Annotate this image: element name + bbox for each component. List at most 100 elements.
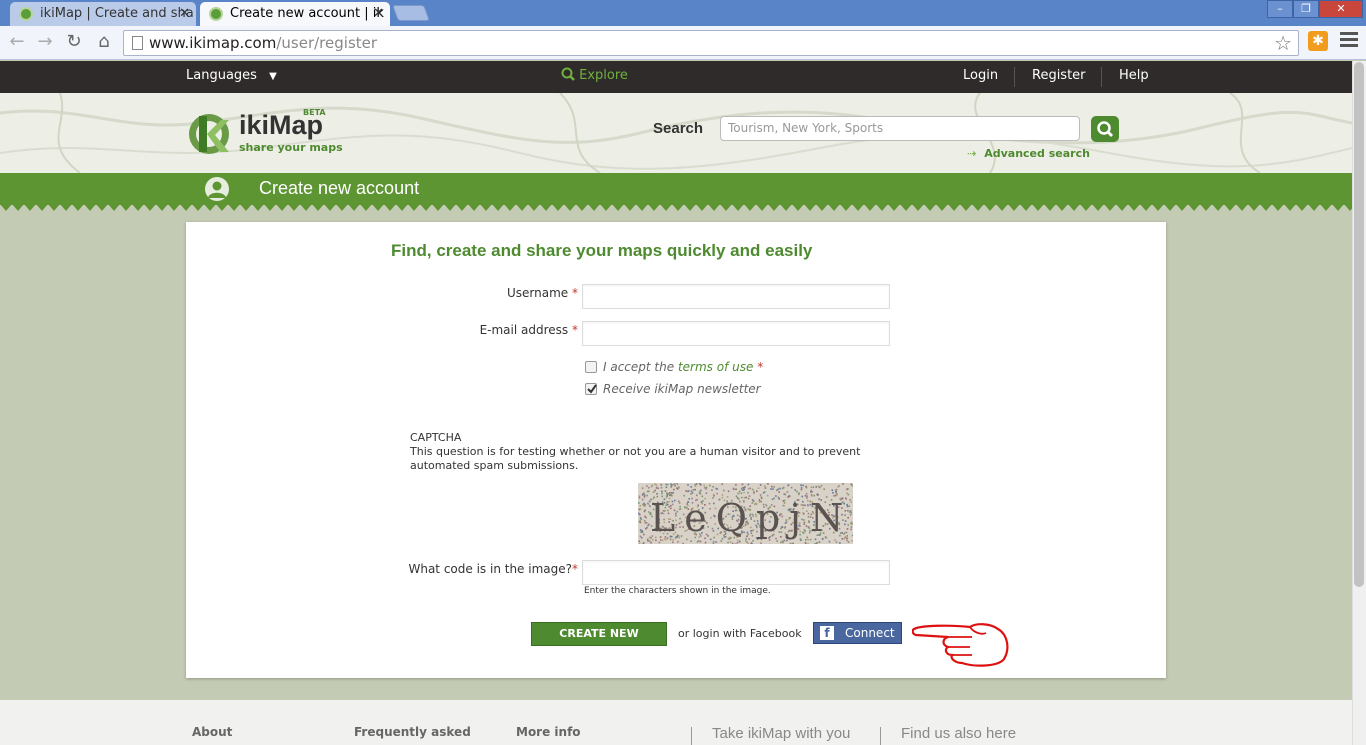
captcha-noise-dot bbox=[643, 496, 646, 498]
captcha-noise-dot bbox=[690, 540, 692, 542]
captcha-input[interactable] bbox=[582, 560, 890, 585]
browser-tab-active[interactable]: Create new account | ik ✕ bbox=[200, 2, 390, 26]
captcha-noise-dot bbox=[648, 540, 651, 542]
captcha-noise-dot bbox=[696, 541, 699, 543]
tab-title: Create new account | ik bbox=[230, 6, 384, 21]
captcha-noise-dot bbox=[641, 498, 644, 501]
captcha-noise-dot bbox=[756, 490, 758, 492]
close-window-button[interactable]: ✕ bbox=[1319, 0, 1363, 18]
email-label-text: E-mail address bbox=[479, 323, 569, 337]
terms-of-use-link[interactable]: terms of use bbox=[678, 360, 753, 374]
captcha-noise-dot bbox=[790, 486, 793, 489]
captcha-noise-dot bbox=[645, 516, 647, 519]
captcha-noise-dot bbox=[779, 487, 781, 490]
explore-link[interactable]: Explore bbox=[561, 61, 628, 91]
footer-faq[interactable]: Frequently asked bbox=[354, 725, 471, 739]
captcha-noise-dot bbox=[727, 541, 729, 544]
captcha-noise-dot bbox=[712, 542, 715, 544]
logo-mark-icon bbox=[189, 114, 229, 154]
languages-menu[interactable]: Languages ▼ bbox=[186, 61, 277, 92]
newsletter-checkbox[interactable] bbox=[585, 383, 597, 395]
captcha-noise-dot bbox=[846, 488, 848, 491]
page-icon bbox=[132, 36, 143, 50]
captcha-noise-dot bbox=[639, 513, 641, 516]
captcha-noise-dot bbox=[777, 488, 780, 491]
browser-tab[interactable]: ikiMap | Create and sha ✕ bbox=[10, 2, 196, 26]
login-link[interactable]: Login bbox=[963, 61, 998, 91]
captcha-noise-dot bbox=[670, 492, 673, 494]
required-mark: * bbox=[572, 286, 578, 300]
captcha-noise-dot bbox=[672, 492, 674, 494]
register-link[interactable]: Register bbox=[1032, 61, 1086, 91]
captcha-noise-dot bbox=[819, 486, 821, 489]
pointing-hand-icon bbox=[912, 623, 1009, 667]
captcha-noise-dot bbox=[694, 488, 696, 491]
close-tab-icon[interactable]: ✕ bbox=[179, 2, 190, 26]
beta-badge: BETA bbox=[303, 108, 326, 117]
captcha-noise-dot bbox=[764, 485, 766, 487]
facebook-connect-button[interactable]: f Connect bbox=[813, 622, 902, 644]
close-tab-icon[interactable]: ✕ bbox=[373, 2, 384, 26]
captcha-noise-dot bbox=[638, 508, 641, 511]
captcha-noise-dot bbox=[736, 542, 739, 544]
search-input[interactable]: Tourism, New York, Sports bbox=[720, 116, 1080, 141]
url-text: www.ikimap.com/user/register bbox=[149, 31, 377, 55]
chrome-menu-icon[interactable] bbox=[1340, 32, 1358, 50]
captcha-noise-dot bbox=[665, 483, 667, 486]
captcha-noise-dot bbox=[740, 492, 743, 495]
captcha-noise-dot bbox=[743, 491, 745, 494]
captcha-noise-dot bbox=[642, 542, 645, 544]
footer-about[interactable]: About bbox=[192, 725, 232, 739]
minimize-button[interactable]: – bbox=[1267, 0, 1293, 18]
captcha-noise-dot bbox=[828, 540, 831, 543]
captcha-noise-dot bbox=[647, 524, 649, 527]
email-field[interactable] bbox=[582, 321, 890, 346]
extension-icon[interactable]: ✱ bbox=[1308, 31, 1328, 51]
footer-more-info[interactable]: More info bbox=[516, 725, 581, 739]
captcha-noise-dot bbox=[682, 542, 684, 544]
terms-label: I accept the terms of use * bbox=[603, 360, 763, 374]
captcha-noise-dot bbox=[658, 541, 661, 544]
captcha-noise-dot bbox=[640, 531, 642, 533]
maximize-button[interactable]: ❐ bbox=[1293, 0, 1319, 18]
address-bar[interactable]: www.ikimap.com/user/register ☆ bbox=[123, 30, 1299, 56]
username-field[interactable] bbox=[582, 284, 890, 309]
new-tab-button[interactable] bbox=[392, 5, 430, 21]
scrollbar-thumb[interactable] bbox=[1354, 62, 1364, 587]
newsletter-label: Receive ikiMap newsletter bbox=[603, 382, 761, 396]
help-link[interactable]: Help bbox=[1119, 61, 1149, 91]
languages-label: Languages bbox=[186, 68, 257, 83]
footer-take-app[interactable]: Take ikiMap with you bbox=[712, 725, 850, 742]
search-icon bbox=[561, 67, 575, 81]
captcha-noise-dot bbox=[643, 494, 646, 496]
create-account-button[interactable]: CREATE NEW ACCOUNT bbox=[531, 622, 667, 662]
home-icon[interactable]: ⌂ bbox=[92, 30, 116, 54]
facebook-icon: f bbox=[820, 626, 834, 640]
captcha-noise-dot bbox=[647, 487, 650, 489]
search-button[interactable] bbox=[1091, 116, 1119, 142]
captcha-noise-dot bbox=[700, 484, 702, 486]
footer-find-us[interactable]: Find us also here bbox=[901, 725, 1016, 742]
captcha-noise-dot bbox=[699, 490, 701, 493]
captcha-noise-dot bbox=[781, 540, 784, 543]
reload-icon[interactable]: ↻ bbox=[62, 30, 86, 54]
ikimap-favicon-icon bbox=[209, 7, 223, 21]
captcha-noise-dot bbox=[751, 488, 754, 491]
terms-checkbox[interactable] bbox=[585, 361, 597, 373]
forward-icon[interactable]: → bbox=[33, 30, 57, 54]
search-icon bbox=[1097, 121, 1114, 138]
captcha-noise-dot bbox=[639, 504, 642, 507]
back-icon[interactable]: ← bbox=[5, 30, 29, 54]
captcha-noise-dot bbox=[647, 538, 649, 541]
dotted-arrow-icon: ⇢ bbox=[967, 147, 977, 160]
advanced-search-link[interactable]: ⇢ Advanced search bbox=[967, 147, 1090, 160]
captcha-noise-dot bbox=[752, 540, 754, 542]
captcha-noise-dot bbox=[734, 543, 737, 544]
captcha-noise-dot bbox=[820, 484, 823, 487]
bookmark-star-icon[interactable]: ☆ bbox=[1274, 31, 1292, 55]
captcha-noise-dot bbox=[643, 504, 645, 507]
captcha-noise-dot bbox=[767, 483, 769, 485]
captcha-noise-dot bbox=[846, 492, 848, 495]
captcha-noise-dot bbox=[704, 541, 707, 544]
captcha-noise-dot bbox=[685, 490, 687, 492]
